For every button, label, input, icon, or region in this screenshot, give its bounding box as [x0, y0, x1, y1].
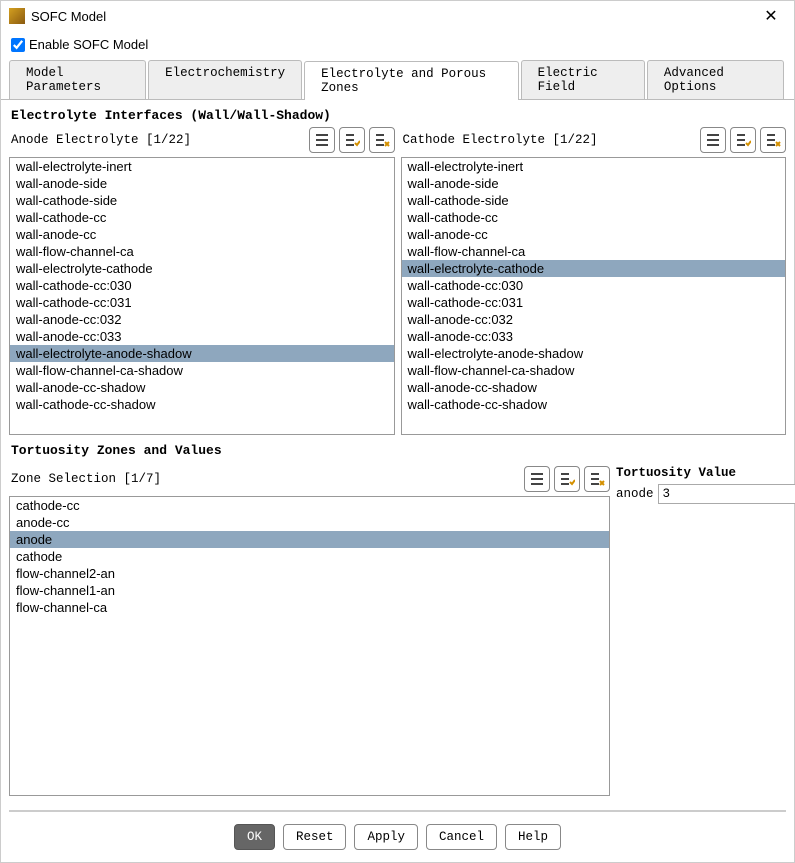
list-item[interactable]: wall-cathode-cc:031 — [402, 294, 786, 311]
list-check-icon[interactable] — [339, 127, 365, 153]
tab-model-parameters[interactable]: Model Parameters — [9, 60, 146, 99]
list-item[interactable]: wall-anode-cc:032 — [402, 311, 786, 328]
list-item[interactable]: cathode-cc — [10, 497, 609, 514]
list-item[interactable]: flow-channel2-an — [10, 565, 609, 582]
list-item[interactable]: cathode — [10, 548, 609, 565]
tab-electrochemistry[interactable]: Electrochemistry — [148, 60, 302, 99]
list-item[interactable]: wall-electrolyte-anode-shadow — [10, 345, 394, 362]
reset-button[interactable]: Reset — [283, 824, 347, 850]
list-lines-icon[interactable] — [309, 127, 335, 153]
help-button[interactable]: Help — [505, 824, 561, 850]
list-item[interactable]: flow-channel-ca — [10, 599, 609, 616]
section-tortuosity: Tortuosity Zones and Values — [1, 435, 794, 462]
section-electrolyte-interfaces: Electrolyte Interfaces (Wall/Wall-Shadow… — [1, 100, 794, 127]
list-item[interactable]: wall-electrolyte-cathode — [402, 260, 786, 277]
list-item[interactable]: wall-anode-side — [10, 175, 394, 192]
list-item[interactable]: wall-cathode-cc-shadow — [10, 396, 394, 413]
list-item[interactable]: wall-cathode-side — [402, 192, 786, 209]
list-item[interactable]: wall-cathode-side — [10, 192, 394, 209]
tab-electrolyte-and-porous-zones[interactable]: Electrolyte and Porous Zones — [304, 61, 518, 100]
list-item[interactable]: wall-electrolyte-inert — [402, 158, 786, 175]
window-title: SOFC Model — [31, 9, 756, 24]
list-item[interactable]: wall-electrolyte-cathode — [10, 260, 394, 277]
apply-button[interactable]: Apply — [354, 824, 418, 850]
close-button[interactable]: ✕ — [756, 6, 786, 26]
list-item[interactable]: wall-anode-side — [402, 175, 786, 192]
list-lines-icon[interactable] — [524, 466, 550, 492]
ok-button[interactable]: OK — [234, 824, 275, 850]
list-item[interactable]: wall-cathode-cc:031 — [10, 294, 394, 311]
list-lines-icon[interactable] — [700, 127, 726, 153]
list-item[interactable]: wall-anode-cc — [402, 226, 786, 243]
list-item[interactable]: wall-electrolyte-anode-shadow — [402, 345, 786, 362]
list-item[interactable]: wall-cathode-cc:030 — [402, 277, 786, 294]
list-item[interactable]: wall-cathode-cc — [402, 209, 786, 226]
zone-selection-panel: Zone Selection [1/7] cathode-ccanode-cca… — [9, 466, 610, 796]
list-x-icon[interactable] — [584, 466, 610, 492]
zone-selection-title: Zone Selection [1/7] — [9, 472, 520, 486]
list-x-icon[interactable] — [369, 127, 395, 153]
list-item[interactable]: wall-cathode-cc — [10, 209, 394, 226]
list-item[interactable]: wall-anode-cc — [10, 226, 394, 243]
sofc-model-window: SOFC Model ✕ Enable SOFC Model Model Par… — [0, 0, 795, 863]
app-icon — [9, 8, 25, 24]
list-item[interactable]: wall-electrolyte-inert — [10, 158, 394, 175]
list-item[interactable]: wall-anode-cc:033 — [402, 328, 786, 345]
footer-buttons: OK Reset Apply Cancel Help — [9, 811, 786, 862]
tab-electric-field[interactable]: Electric Field — [521, 60, 645, 99]
list-item[interactable]: wall-anode-cc:033 — [10, 328, 394, 345]
tortuosity-value-panel: Tortuosity Value anode — [616, 466, 786, 796]
cathode-electrolyte-title: Cathode Electrolyte [1/22] — [401, 133, 697, 147]
cathode-electrolyte-panel: Cathode Electrolyte [1/22] wall-electrol… — [401, 127, 787, 435]
enable-model-checkbox[interactable] — [11, 38, 25, 52]
list-item[interactable]: wall-flow-channel-ca-shadow — [10, 362, 394, 379]
tortuosity-value-label: Tortuosity Value — [616, 466, 786, 480]
tab-bar: Model ParametersElectrochemistryElectrol… — [1, 60, 794, 100]
cathode-electrolyte-list[interactable]: wall-electrolyte-inertwall-anode-sidewal… — [401, 157, 787, 435]
enable-model-row: Enable SOFC Model — [1, 31, 794, 60]
list-item[interactable]: flow-channel1-an — [10, 582, 609, 599]
cancel-button[interactable]: Cancel — [426, 824, 497, 850]
tortuosity-zone-name: anode — [616, 487, 654, 501]
list-item[interactable]: wall-cathode-cc:030 — [10, 277, 394, 294]
tab-advanced-options[interactable]: Advanced Options — [647, 60, 784, 99]
anode-electrolyte-panel: Anode Electrolyte [1/22] wall-electrolyt… — [9, 127, 395, 435]
list-item[interactable]: anode-cc — [10, 514, 609, 531]
list-item[interactable]: anode — [10, 531, 609, 548]
list-item[interactable]: wall-flow-channel-ca — [10, 243, 394, 260]
anode-electrolyte-list[interactable]: wall-electrolyte-inertwall-anode-sidewal… — [9, 157, 395, 435]
zone-selection-list[interactable]: cathode-ccanode-ccanodecathodeflow-chann… — [9, 496, 610, 796]
list-x-icon[interactable] — [760, 127, 786, 153]
list-item[interactable]: wall-flow-channel-ca — [402, 243, 786, 260]
list-item[interactable]: wall-flow-channel-ca-shadow — [402, 362, 786, 379]
list-check-icon[interactable] — [730, 127, 756, 153]
list-item[interactable]: wall-anode-cc-shadow — [402, 379, 786, 396]
tortuosity-value-input[interactable] — [658, 484, 795, 504]
list-item[interactable]: wall-cathode-cc-shadow — [402, 396, 786, 413]
list-item[interactable]: wall-anode-cc-shadow — [10, 379, 394, 396]
list-item[interactable]: wall-anode-cc:032 — [10, 311, 394, 328]
anode-electrolyte-title: Anode Electrolyte [1/22] — [9, 133, 305, 147]
list-check-icon[interactable] — [554, 466, 580, 492]
titlebar: SOFC Model ✕ — [1, 1, 794, 31]
enable-model-label: Enable SOFC Model — [29, 37, 148, 52]
